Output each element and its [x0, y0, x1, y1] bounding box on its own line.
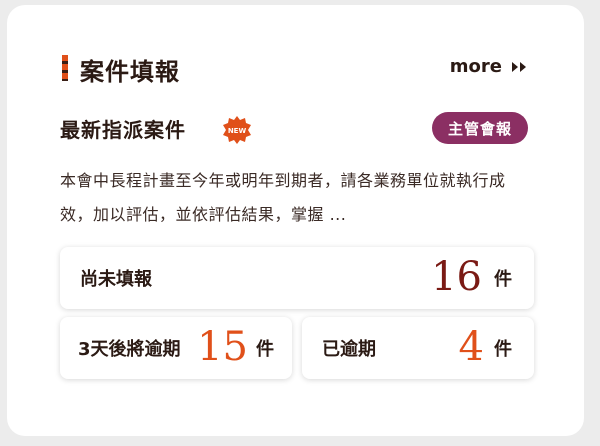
new-badge-icon: NEW [223, 116, 251, 144]
unfilled-count-box[interactable]: 尚未填報 16 件 [60, 247, 534, 309]
more-label: more [449, 56, 502, 77]
overdue-label: 已逾期 [322, 339, 376, 360]
case-description[interactable]: 本會中長程計畫至今年或明年到期者，請各業務單位就執行成效，加以評估，並依評估結果… [60, 164, 530, 232]
overdue-unit: 件 [494, 339, 512, 360]
due-soon-value: 15 [197, 324, 248, 371]
new-badge-label: NEW [228, 127, 247, 135]
title-marker [62, 55, 68, 81]
overdue-count-box[interactable]: 已逾期 4 件 [302, 317, 534, 379]
panel-title: 案件填報 [80, 58, 180, 86]
more-link[interactable]: more [450, 56, 528, 77]
unfilled-label: 尚未填報 [80, 269, 152, 290]
panel-header: 案件填報 more [62, 52, 528, 86]
due-soon-count-box[interactable]: 3天後將逾期 15 件 [60, 317, 292, 379]
latest-case-header: 最新指派案件 NEW 主管會報 [60, 112, 528, 144]
double-chevron-right-icon [512, 61, 526, 72]
unfilled-value: 16 [431, 254, 482, 301]
latest-case-title: 最新指派案件 [60, 118, 186, 142]
overdue-value: 4 [458, 324, 484, 371]
tag-pill-button[interactable]: 主管會報 [431, 112, 528, 144]
due-soon-unit: 件 [256, 339, 274, 360]
unfilled-unit: 件 [494, 269, 512, 290]
due-soon-label: 3天後將逾期 [78, 339, 181, 360]
